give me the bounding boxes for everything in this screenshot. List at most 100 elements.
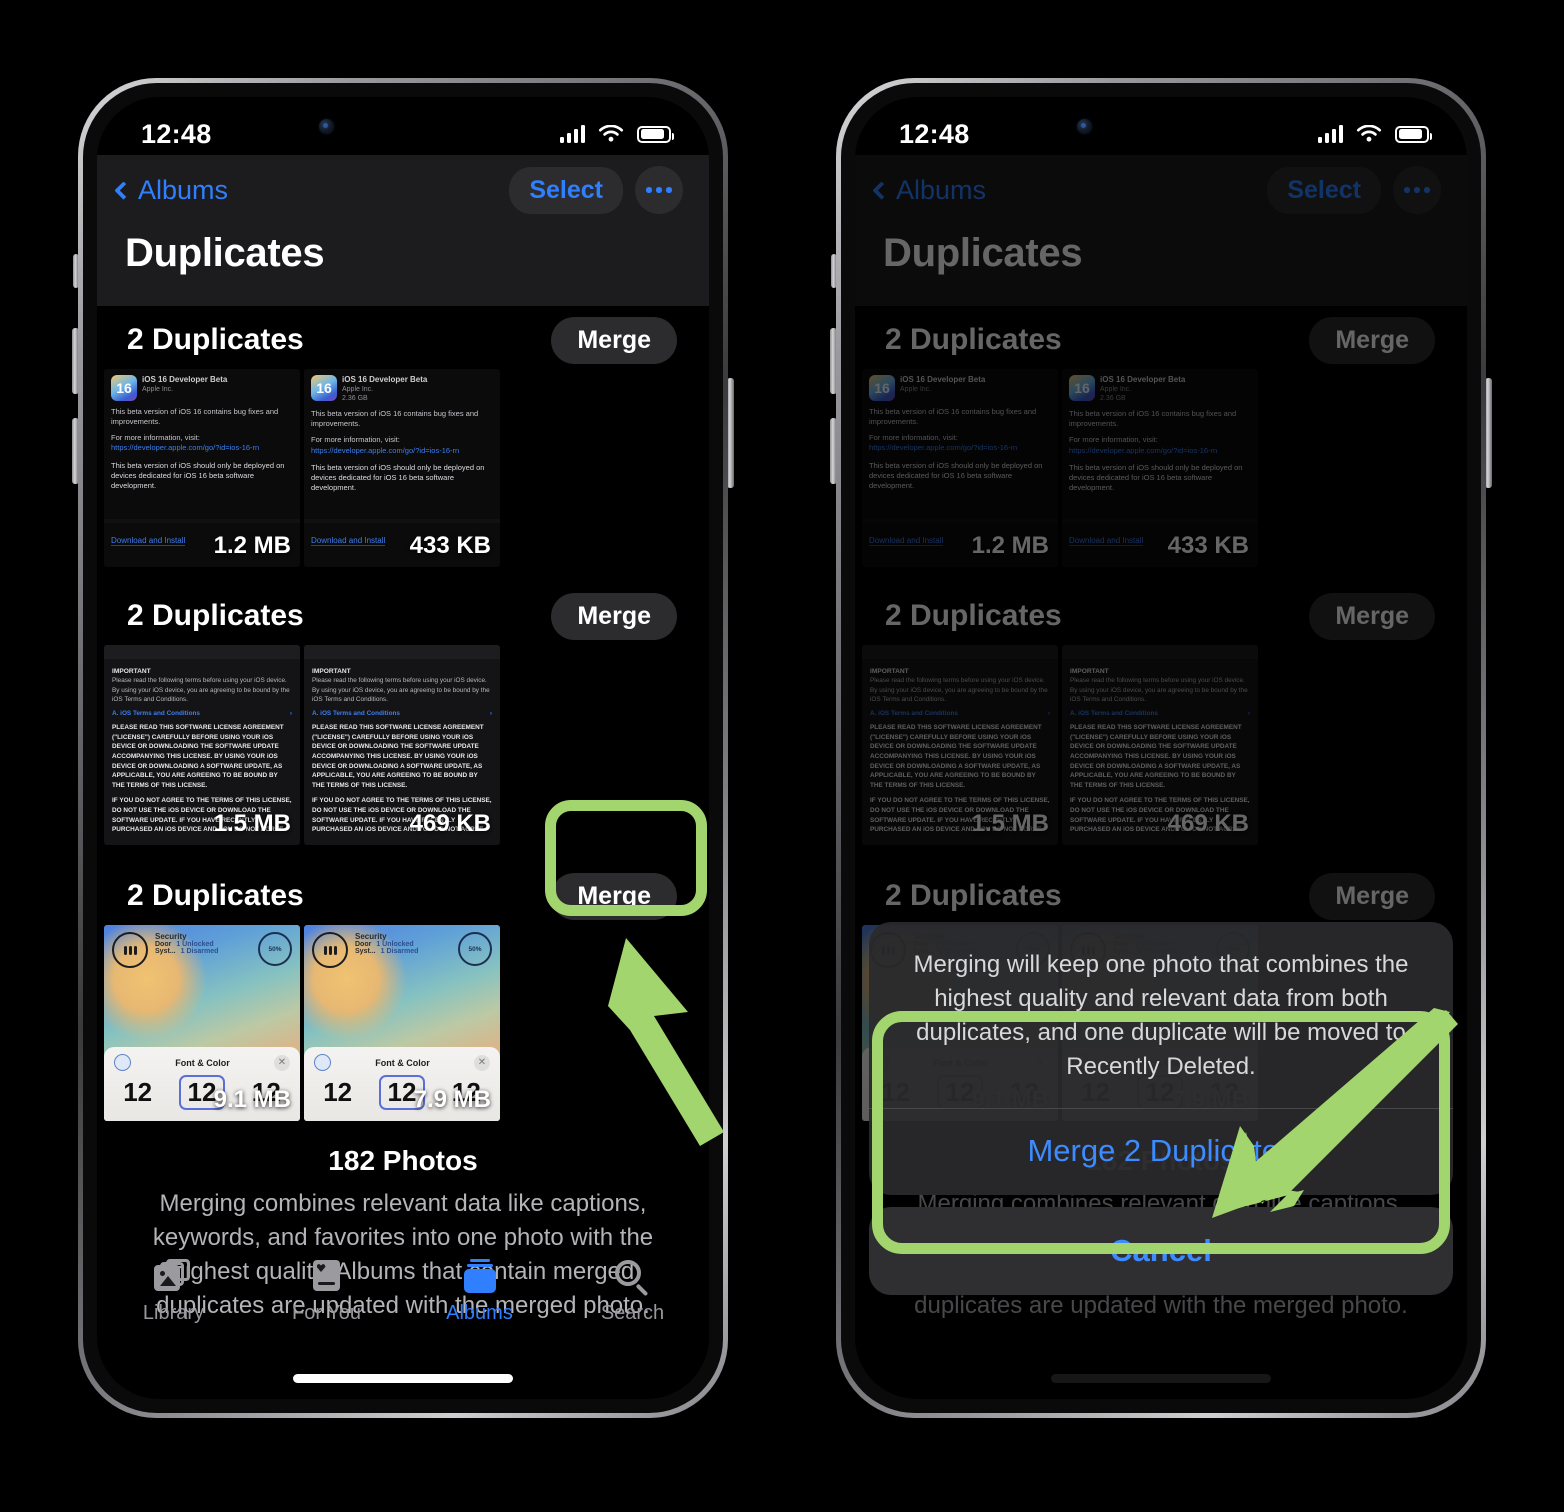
font-option: 12: [323, 1077, 353, 1107]
home-indicator[interactable]: [293, 1374, 513, 1383]
release-body: This beta version of iOS 16 contains bug…: [311, 409, 479, 429]
notch: [1047, 97, 1275, 155]
widget-row-label: Door: [155, 941, 172, 948]
merge-button[interactable]: Merge: [551, 592, 677, 640]
release-link: https://developer.apple.com/go/?id=ios-1…: [311, 445, 460, 455]
front-camera-icon: [319, 119, 334, 134]
release-title: iOS 16 Developer Beta: [342, 375, 428, 384]
group-title: 2 Duplicates: [127, 879, 304, 912]
globe-icon: [314, 1054, 331, 1071]
license-link: A. iOS Terms and Conditions: [312, 710, 400, 718]
font-option: 12: [123, 1077, 153, 1107]
widget-title: Security: [355, 932, 387, 941]
phone-screen-left: 12:48 Albums Select Duplicates 2 Duplica…: [97, 97, 709, 1399]
release-link: https://developer.apple.com/go/?id=ios-1…: [111, 443, 260, 453]
chevron-right-icon: ›: [289, 710, 292, 718]
duplicate-photo[interactable]: IMPORTANT Please read the following term…: [304, 645, 500, 845]
close-icon: ✕: [474, 1054, 490, 1071]
group-title: 2 Duplicates: [127, 599, 304, 632]
duplicate-photo[interactable]: Security Door 1 Unlocked Syst... 1 Disarme…: [104, 925, 300, 1121]
sheet-title: Font & Color: [175, 1057, 230, 1068]
photo-count: 182 Photos: [328, 1145, 478, 1176]
license-link-row: A. iOS Terms and Conditions ›: [312, 710, 492, 717]
photo-size: 469 KB: [409, 810, 491, 837]
license-link-row: A. iOS Terms and Conditions ›: [112, 710, 292, 717]
front-camera-icon: [1077, 119, 1092, 134]
merge-button[interactable]: Merge: [551, 316, 677, 364]
ios16-app-icon: 16: [311, 375, 337, 401]
widget-row-value: 1 Disarmed: [380, 948, 419, 955]
license-para-1: PLEASE READ THIS SOFTWARE LICENSE AGREEM…: [312, 724, 484, 789]
dot-icon: [656, 187, 662, 193]
wifi-icon: [1356, 124, 1382, 142]
license-link: A. iOS Terms and Conditions: [112, 710, 200, 718]
back-to-albums-button[interactable]: Albums: [114, 174, 229, 206]
photo-size: 1.5 MB: [213, 810, 291, 837]
tab-label: Search: [600, 1302, 665, 1324]
duplicate-group: 2 Duplicates Merge 16 iOS 16: [97, 311, 709, 567]
status-time: 12:48: [141, 118, 212, 149]
photo-size: 9.1 MB: [213, 1086, 291, 1113]
tab-library[interactable]: Library: [97, 1259, 250, 1325]
release-note: This beta version of iOS should only be …: [311, 462, 485, 492]
widget-row-label: Door: [355, 941, 372, 948]
for-you-card-icon: [307, 1259, 347, 1293]
tab-albums[interactable]: Albums: [403, 1259, 556, 1325]
nav-strip: [104, 645, 300, 659]
ios16-app-icon: 16: [111, 375, 137, 401]
close-icon: ✕: [274, 1054, 290, 1071]
release-size: 2.36 GB: [342, 395, 368, 403]
battery-icon: [637, 125, 674, 143]
tab-label: Library: [142, 1302, 205, 1324]
navigation-bar: Albums Select Duplicates: [97, 155, 709, 306]
dot-icon: [666, 187, 672, 193]
battery-icon: [1395, 125, 1432, 143]
chevron-left-icon: [114, 180, 133, 200]
albums-stack-icon: [460, 1259, 500, 1293]
wifi-icon: [598, 124, 624, 142]
phone-left: 12:48 Albums Select Duplicates 2 Duplica…: [72, 78, 734, 1418]
widget-row-value: 1 Unlocked: [376, 941, 414, 948]
photo-size: 1.2 MB: [213, 532, 291, 559]
duplicate-photo[interactable]: IMPORTANT Please read the following term…: [104, 645, 300, 845]
license-intro: Please read the following terms before u…: [312, 677, 490, 703]
license-para-1: PLEASE READ THIS SOFTWARE LICENSE AGREEM…: [112, 724, 284, 789]
chevron-right-icon: ›: [489, 710, 492, 718]
more-options-button[interactable]: [635, 166, 683, 214]
tab-bar: Library For You Albums Search: [97, 1249, 709, 1357]
photo-size: 433 KB: [409, 532, 491, 559]
cellular-signal-icon: [1317, 125, 1343, 143]
duplicate-photo[interactable]: 16 iOS 16 Developer Beta Apple Inc. This…: [104, 369, 300, 567]
power-button[interactable]: [1485, 378, 1492, 488]
status-time: 12:48: [899, 118, 970, 149]
tab-for-you[interactable]: For You: [250, 1259, 403, 1325]
release-vendor: Apple Inc.: [342, 386, 374, 393]
release-body: This beta version of iOS 16 contains bug…: [111, 407, 279, 427]
magnifier-icon: [613, 1259, 653, 1297]
photo-stack-icon: [153, 1259, 194, 1293]
download-install-link: Download and Install: [111, 536, 186, 546]
select-button[interactable]: Select: [509, 166, 623, 214]
notch: [289, 97, 517, 155]
tab-search[interactable]: Search: [556, 1259, 709, 1325]
thermostat-dial-icon: 50%: [458, 932, 492, 966]
sheet-title: Font & Color: [375, 1057, 430, 1068]
page-title: Duplicates: [125, 231, 325, 275]
widget-row-value: 1 Disarmed: [180, 948, 219, 955]
photo-size: 7.9 MB: [413, 1086, 491, 1113]
duplicate-photo[interactable]: Security Door 1 Unlocked Syst... 1 Disarme…: [304, 925, 500, 1121]
widget-row-label: Syst...: [355, 948, 376, 955]
thermostat-dial-icon: 50%: [258, 932, 292, 966]
status-indicators: [1317, 124, 1432, 144]
phone-frame: 12:48: [78, 78, 728, 1418]
home-hub-icon: [312, 932, 348, 968]
back-label: Albums: [138, 174, 229, 205]
widget-title: Security: [155, 932, 187, 941]
status-indicators: [559, 124, 674, 144]
license-intro: Please read the following terms before u…: [112, 677, 290, 703]
dot-icon: [646, 187, 652, 193]
power-button[interactable]: [727, 378, 734, 488]
duplicate-photo[interactable]: 16 iOS 16 Developer Beta Apple Inc. 2.36…: [304, 369, 500, 567]
group-title: 2 Duplicates: [127, 323, 304, 356]
release-title: iOS 16 Developer Beta: [142, 375, 228, 384]
